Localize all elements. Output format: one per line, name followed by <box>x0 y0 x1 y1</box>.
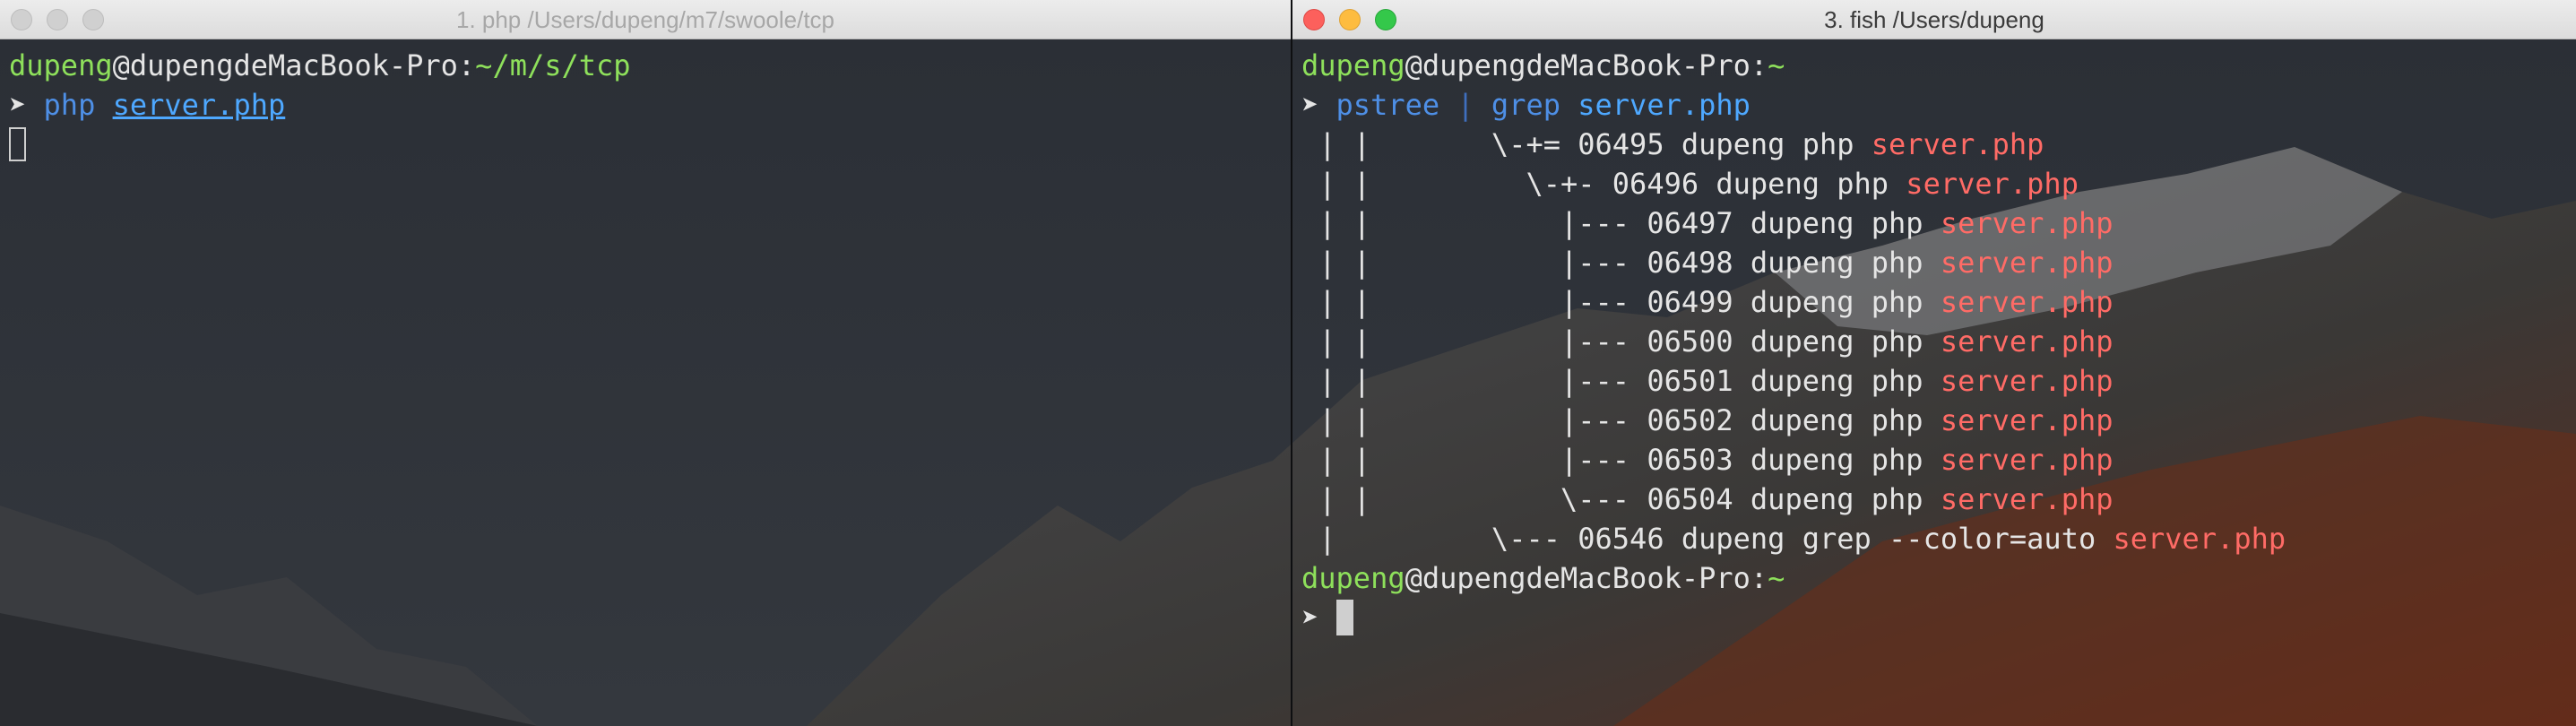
output-match: server.php <box>1940 403 2114 437</box>
prompt-separator: : <box>457 48 476 82</box>
output-line: | | |--- 06497 dupeng php server.php <box>1301 203 2576 243</box>
output-text: | | \-+= 06495 dupeng php <box>1301 127 1871 161</box>
output-match: server.php <box>1940 285 2114 319</box>
command-name: php <box>43 88 96 122</box>
prompt-host: dupengdeMacBook-Pro <box>1422 561 1750 595</box>
output-text: | | |--- 06502 dupeng php <box>1301 403 1941 437</box>
output-line: | | |--- 06503 dupeng php server.php <box>1301 440 2576 480</box>
prompt-at: @ <box>112 48 130 82</box>
output-text: | \--- 06546 dupeng grep --color=auto <box>1301 522 2114 556</box>
prompt-at: @ <box>1405 561 1422 595</box>
output-text: | | \-+- 06496 dupeng php <box>1301 167 1906 201</box>
output-match: server.php <box>1940 364 2114 398</box>
command-name-2: grep <box>1491 88 1560 122</box>
command-line: ➤ php server.php <box>9 85 1291 125</box>
command-argument: server.php <box>1578 88 1750 122</box>
prompt-at: @ <box>1405 48 1422 82</box>
command-name: pstree <box>1336 88 1440 122</box>
output-line: | | |--- 06502 dupeng php server.php <box>1301 401 2576 440</box>
prompt-host: dupengdeMacBook-Pro <box>1422 48 1750 82</box>
output-line: | | |--- 06501 dupeng php server.php <box>1301 361 2576 401</box>
output-line: | \--- 06546 dupeng grep --color=auto se… <box>1301 519 2576 558</box>
prompt-arrow-icon: ➤ <box>1301 601 1319 635</box>
output-match: server.php <box>1940 206 2114 240</box>
output-match: server.php <box>1940 246 2114 280</box>
prompt-cwd: ~/m/s/tcp <box>475 48 631 82</box>
command-argument: server.php <box>112 88 286 122</box>
output-line: | | |--- 06498 dupeng php server.php <box>1301 243 2576 282</box>
output-line: | | |--- 06500 dupeng php server.php <box>1301 322 2576 361</box>
prompt-line: dupeng@dupengdeMacBook-Pro:~/m/s/tcp <box>9 46 1291 85</box>
output-text: | | |--- 06501 dupeng php <box>1301 364 1941 398</box>
prompt-line: dupeng@dupengdeMacBook-Pro:~ <box>1301 46 2576 85</box>
output-match: server.php <box>1871 127 2044 161</box>
cursor-line <box>9 125 1291 164</box>
output-line: | | \-+= 06495 dupeng php server.php <box>1301 125 2576 164</box>
output-match: server.php <box>1940 324 2114 359</box>
prompt-separator: : <box>1750 561 1768 595</box>
terminal-cursor <box>9 127 26 161</box>
output-line: | | \-+- 06496 dupeng php server.php <box>1301 164 2576 203</box>
terminal-content-right[interactable]: dupeng@dupengdeMacBook-Pro:~ ➤ pstree | … <box>1301 46 2576 726</box>
terminal-window-left[interactable]: 1. php /Users/dupeng/m7/swoole/tcp dupen… <box>0 0 1291 726</box>
terminal-cursor <box>1336 600 1353 635</box>
output-match: server.php <box>1940 443 2114 477</box>
prompt-separator: : <box>1750 48 1768 82</box>
prompt-host: dupengdeMacBook-Pro <box>129 48 458 82</box>
terminal-window-right[interactable]: 3. fish /Users/dupeng dupeng@dupengdeMac… <box>1292 0 2576 726</box>
input-line[interactable]: ➤ <box>1301 598 2576 637</box>
output-text: | | |--- 06498 dupeng php <box>1301 246 1941 280</box>
prompt-line-2: dupeng@dupengdeMacBook-Pro:~ <box>1301 558 2576 598</box>
output-match: server.php <box>1906 167 2079 201</box>
output-text: | | \--- 06504 dupeng php <box>1301 482 1941 516</box>
output-match: server.php <box>1940 482 2114 516</box>
output-text: | | |--- 06497 dupeng php <box>1301 206 1941 240</box>
prompt-cwd: ~ <box>1768 48 1785 82</box>
titlebar-left[interactable]: 1. php /Users/dupeng/m7/swoole/tcp <box>0 0 1291 39</box>
output-text: | | |--- 06500 dupeng php <box>1301 324 1941 359</box>
output-text: | | |--- 06499 dupeng php <box>1301 285 1941 319</box>
terminal-content-left[interactable]: dupeng@dupengdeMacBook-Pro:~/m/s/tcp ➤ p… <box>9 46 1291 726</box>
prompt-user: dupeng <box>1301 48 1405 82</box>
window-title: 1. php /Users/dupeng/m7/swoole/tcp <box>455 6 835 33</box>
output-line: | | \--- 06504 dupeng php server.php <box>1301 480 2576 519</box>
output-line: | | |--- 06499 dupeng php server.php <box>1301 282 2576 322</box>
prompt-user: dupeng <box>9 48 113 82</box>
window-title: 3. fish /Users/dupeng <box>1824 6 2044 33</box>
output-text: | | |--- 06503 dupeng php <box>1301 443 1941 477</box>
command-pipe: | <box>1457 88 1474 122</box>
titlebar-right[interactable]: 3. fish /Users/dupeng <box>1292 0 2576 39</box>
command-line: ➤ pstree | grep server.php <box>1301 85 2576 125</box>
prompt-user: dupeng <box>1301 561 1405 595</box>
output-match: server.php <box>2113 522 2286 556</box>
prompt-arrow-icon: ➤ <box>9 88 27 122</box>
prompt-arrow-icon: ➤ <box>1301 88 1319 122</box>
prompt-cwd: ~ <box>1768 561 1785 595</box>
